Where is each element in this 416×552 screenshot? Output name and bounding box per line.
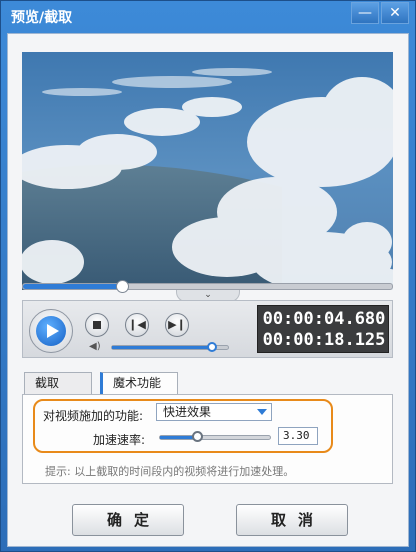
video-preview [22,52,393,290]
previous-frame-button[interactable]: ❙◀ [125,313,149,337]
magic-function-panel: 对视频施加的功能: 快进效果 加速速率: 3.30 提示: 以上截取的时间段内的… [22,394,393,484]
speed-handle[interactable] [192,431,203,442]
function-select[interactable]: 快进效果 [156,403,272,421]
hint-text: 提示: 以上截取的时间段内的视频将进行加速处理。 [45,465,295,478]
tab-magic-function[interactable]: 魔术功能 [100,372,178,394]
preview-capture-window: 预览/截取 — ✕ ⌄ ❙◀ ▶❙ ◀) 00:00:04.680 00:00:… [0,0,416,552]
stop-button[interactable] [85,313,109,337]
minimize-button[interactable]: — [351,2,379,24]
player-controls: ❙◀ ▶❙ ◀) 00:00:04.680 00:00:18.125 [22,300,393,358]
step-back-icon: ❙◀ [128,318,146,331]
volume-slider-fill [112,346,212,349]
title-bar[interactable]: 预览/截取 — ✕ [1,1,415,31]
cancel-button[interactable]: 取消 [236,504,348,536]
play-button[interactable] [29,309,73,353]
function-label: 对视频施加的功能: [43,409,144,423]
minimize-icon: — [358,5,372,21]
dialog-body: ⌄ ❙◀ ▶❙ ◀) 00:00:04.680 00:00:18.125 截取 … [7,33,409,547]
seek-bar-fill [23,284,123,289]
dropdown-arrow-icon [257,409,267,415]
chevron-down-icon: ⌄ [204,290,212,300]
time-display: 00:00:04.680 00:00:18.125 [257,305,389,353]
ok-button[interactable]: 确定 [72,504,184,536]
close-button[interactable]: ✕ [381,2,409,24]
function-select-value: 快进效果 [163,405,212,419]
speed-label: 加速速率: [93,433,146,447]
step-forward-icon: ▶❙ [168,318,186,331]
total-time: 00:00:18.125 [262,330,386,350]
play-icon [36,316,66,346]
speed-input[interactable]: 3.30 [278,427,318,445]
volume-icon: ◀) [89,341,101,352]
tab-capture[interactable]: 截取 [24,372,92,394]
next-frame-button[interactable]: ▶❙ [165,313,189,337]
speed-slider[interactable] [159,431,271,442]
window-title: 预览/截取 [11,10,73,26]
volume-slider[interactable] [111,342,229,352]
current-time: 00:00:04.680 [262,309,386,329]
volume-handle[interactable] [207,342,217,352]
close-icon: ✕ [389,5,401,21]
seek-handle[interactable] [116,280,129,293]
seek-bar[interactable] [22,280,393,293]
